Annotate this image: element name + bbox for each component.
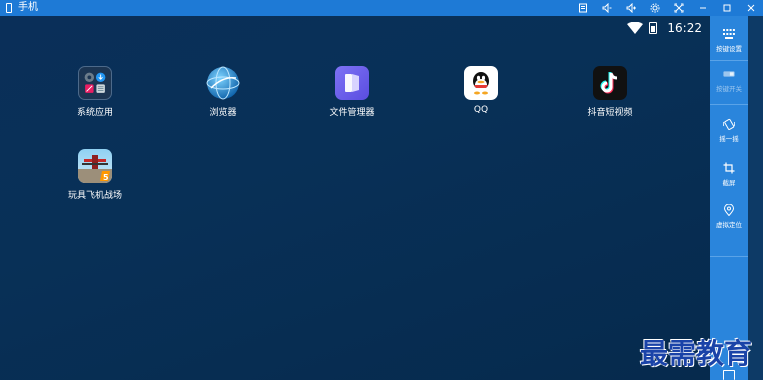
douyin-icon: [593, 66, 627, 100]
status-time: 16:22: [667, 21, 702, 35]
file-manager-icon: [335, 66, 369, 100]
fullscreen-icon[interactable]: [667, 0, 691, 16]
app-label: 浏览器: [209, 108, 237, 118]
toy-plane-game-icon: 5: [78, 149, 112, 183]
minimize-icon[interactable]: [691, 0, 715, 16]
window-title-bar: 手机: [0, 0, 763, 16]
app-toy-plane-game[interactable]: 5 玩具飞机战场: [55, 149, 135, 201]
sidebar-item-label: 按键设置: [716, 45, 742, 53]
battery-icon: [649, 22, 658, 34]
sidebar-item-label: 虚拟定位: [716, 221, 742, 229]
app-system-apps[interactable]: 系统应用: [55, 66, 135, 118]
wifi-icon: [627, 22, 644, 34]
menu-icon[interactable]: [571, 0, 595, 16]
sidebar-item-label: 按键开关: [716, 85, 742, 93]
app-label: 系统应用: [76, 108, 113, 118]
window-controls: [571, 0, 763, 16]
app-label: QQ: [473, 105, 489, 115]
sidebar-divider: [710, 256, 748, 257]
shake-icon: [723, 118, 735, 130]
maximize-icon[interactable]: [715, 0, 739, 16]
app-browser[interactable]: 浏览器: [183, 66, 263, 118]
system-apps-folder-icon: [78, 66, 112, 100]
app-label: 文件管理器: [329, 108, 375, 118]
app-file-manager[interactable]: 文件管理器: [312, 66, 392, 118]
window-title: 手机: [18, 2, 38, 13]
svg-text:5: 5: [103, 173, 109, 182]
volume-up-icon[interactable]: [619, 0, 643, 16]
sidebar-item-virtual-location[interactable]: 虚拟定位: [710, 204, 748, 229]
sidebar-divider: [710, 104, 748, 105]
android-home-screen: 16:22 系统应用 浏览器 文件管理器 QQ 抖音短视频 5 玩具飞机战场: [0, 16, 710, 380]
sidebar-item-label: 摇一摇: [719, 135, 739, 143]
app-label: 抖音短视频: [587, 108, 633, 118]
app-qq[interactable]: QQ: [441, 66, 521, 115]
sidebar-item-label: 截屏: [722, 179, 736, 187]
keyboard-icon: [723, 29, 735, 39]
sidebar-item-key-settings[interactable]: 按键设置: [710, 28, 748, 53]
sidebar-item-shake[interactable]: 摇一摇: [710, 118, 748, 143]
phone-icon: [6, 3, 12, 13]
crop-icon: [723, 162, 735, 174]
sidebar-item-screenshot[interactable]: 截屏: [710, 162, 748, 187]
sidebar-divider: [710, 60, 748, 61]
location-icon: [723, 204, 735, 216]
toggle-icon: [723, 71, 735, 77]
status-bar: 16:22: [627, 19, 702, 37]
sidebar-item-key-toggle[interactable]: 按键开关: [710, 68, 748, 93]
app-label: 玩具飞机战场: [67, 191, 122, 201]
volume-down-icon[interactable]: [595, 0, 619, 16]
app-douyin[interactable]: 抖音短视频: [570, 66, 650, 118]
watermark-logo: 最需教育: [640, 337, 753, 370]
settings-icon[interactable]: [643, 0, 667, 16]
browser-icon: [206, 66, 240, 100]
qq-icon: [464, 66, 498, 100]
emulator-sidebar: 按键设置 按键开关 摇一摇 截屏 虚拟定位: [710, 16, 748, 380]
close-icon[interactable]: [739, 0, 763, 16]
